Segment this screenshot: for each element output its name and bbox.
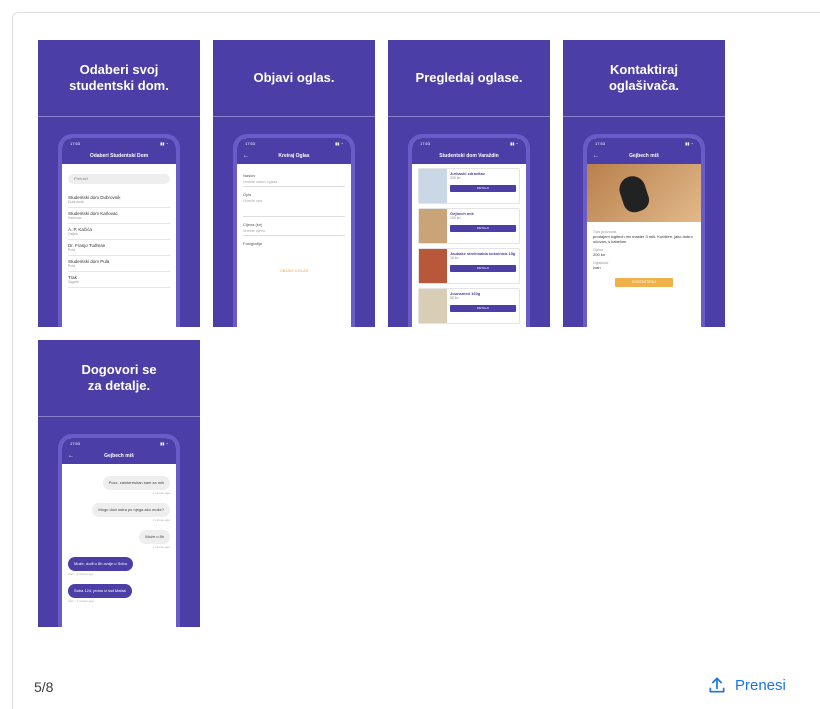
phone-mockup: 17:53 ▮▮ ◔ Odaberi Studentski Dom Pretraž… — [58, 134, 180, 327]
status-bar: 17:53 ▮▮ ◔ — [62, 138, 176, 148]
ad-card: Jurbaski zdravitav 200 kn DETALJI — [418, 168, 520, 204]
back-arrow-icon: ← — [243, 153, 249, 159]
ad-image — [419, 289, 447, 323]
list-item: Trak Zagreb — [68, 272, 170, 288]
chat-message: Mogu doći sutra po njega ako može? — [92, 503, 170, 517]
ad-image — [419, 169, 447, 203]
screenshot-title: Pregledaj oglase. — [415, 70, 523, 85]
list-item: Studentski dom Dubrovnik Dubrovnik — [68, 192, 170, 208]
divider — [38, 416, 200, 417]
phone-mockup: 17:53 ▮▮ ◔ Studentski dom Varaždin Jurbas… — [408, 134, 530, 327]
phone-mockup: 17:53 ▮▮ ◔ ← Gejbech miš Opis proizvoda pr… — [583, 134, 705, 327]
search-input: Pretraži — [68, 174, 170, 184]
price-field: Unesite cijenu — [243, 227, 345, 236]
contact-button: KONTAKTIRAJ — [615, 278, 673, 287]
phone-mockup: 17:53 ▮▮ ◔ ← Gejbech miš Pozz, zainteresir… — [58, 434, 180, 627]
image-counter: 5/8 — [34, 679, 54, 695]
divider — [563, 116, 725, 117]
screenshot-chat[interactable]: Dogovori se za detalje. 17:53 ▮▮ ◔ ← Gejbe… — [38, 340, 200, 627]
app-bar: Studentski dom Varaždin — [412, 148, 526, 164]
chat-message: Soba 124, jedno iz tad Mafaš — [68, 584, 132, 598]
status-bar: 17:53 ▮▮ ◔ — [412, 138, 526, 148]
chat-message: Pozz, zainteresiran sam za miš — [102, 476, 170, 490]
app-title: Odaberi Studentski Dom — [89, 153, 149, 159]
phone-mockup: 17:53 ▮▮ ◔ ← Kreiraj Oglas Naslov Unesite … — [233, 134, 355, 327]
back-arrow-icon: ← — [593, 153, 599, 159]
status-bar: 17:53 ▮▮ ◔ — [62, 438, 176, 448]
screenshot-choose-dorm[interactable]: Odaberi svoj studentski dom. 17:53 ▮▮ ◔ O… — [38, 40, 200, 327]
list-item: Dr. Franjo Tuđman Pula — [68, 240, 170, 256]
description-text: prodajem logitech mx master 3 miš. Koriš… — [593, 234, 693, 244]
ad-card: Jounamed 160g 50 kn DETALJI — [418, 288, 520, 324]
screenshot-browse-ads[interactable]: Pregledaj oglase. 17:53 ▮▮ ◔ Studentski d… — [388, 40, 550, 327]
divider — [38, 116, 200, 117]
list-item: A. P. Kačića Osijek — [68, 224, 170, 240]
download-label: Prenesi — [735, 676, 786, 694]
screenshot-title: Dogovori se za detalje. — [81, 362, 157, 393]
chat-message: Može, dođi u 8h ovdje u Sobu — [68, 557, 133, 571]
app-title: Studentski dom Varaždin — [439, 153, 499, 159]
details-button: DETALJI — [450, 185, 516, 192]
ad-card: Jaukake strekinakia kokoinica 15g 15 kn DE… — [418, 248, 520, 284]
field-label: Fotografija — [243, 241, 262, 246]
list-item: Studentski dom Karlovac Karlovac — [68, 208, 170, 224]
description-field: Unesite opis — [243, 197, 345, 217]
details-button: DETALJI — [450, 265, 516, 272]
price-value: 200 kn — [593, 252, 606, 257]
app-bar: ← Kreiraj Oglas — [237, 148, 351, 164]
ad-card: Gejbech miš 100 kn DETALJI — [418, 208, 520, 244]
details-button: DETALJI — [450, 305, 516, 312]
screenshot-post-ad[interactable]: Objavi oglas. 17:53 ▮▮ ◔ ← Kreiraj Oglas N… — [213, 40, 375, 327]
divider — [213, 116, 375, 117]
back-arrow-icon: ← — [68, 453, 74, 459]
upload-icon — [709, 677, 725, 693]
app-title: Gejbech miš — [104, 453, 134, 459]
ad-image — [419, 209, 447, 243]
screenshot-title: Kontaktiraj oglašivača. — [608, 62, 680, 93]
screenshot-title: Objavi oglas. — [253, 70, 335, 85]
screenshot-contact-seller[interactable]: Kontaktiraj oglašivača. 17:53 ▮▮ ◔ ← Gejbe… — [563, 40, 725, 327]
status-bar: 17:53 ▮▮ ◔ — [237, 138, 351, 148]
download-button[interactable]: Prenesi — [707, 675, 786, 695]
product-photo — [587, 164, 701, 222]
app-title: Kreiraj Oglas — [278, 153, 310, 159]
list-item: Studentski dom Pula Pula — [68, 256, 170, 272]
mouse-image — [616, 172, 652, 216]
seller-value: Ivan — [593, 265, 601, 270]
screenshot-title: Odaberi svoj studentski dom. — [69, 62, 169, 93]
publish-button: OBJAVI OGLAS — [279, 268, 309, 273]
status-bar: 17:53 ▮▮ ◔ — [587, 138, 701, 148]
app-title: Gejbech miš — [629, 153, 659, 159]
app-bar: Odaberi Studentski Dom — [62, 148, 176, 164]
chat-message: Može u 8h — [139, 530, 170, 544]
ad-image — [419, 249, 447, 283]
details-button: DETALJI — [450, 225, 516, 232]
app-bar: ← Gejbech miš — [587, 148, 701, 164]
app-bar: ← Gejbech miš — [62, 448, 176, 464]
divider — [388, 116, 550, 117]
title-field: Unesite naslov oglasa — [243, 178, 345, 187]
